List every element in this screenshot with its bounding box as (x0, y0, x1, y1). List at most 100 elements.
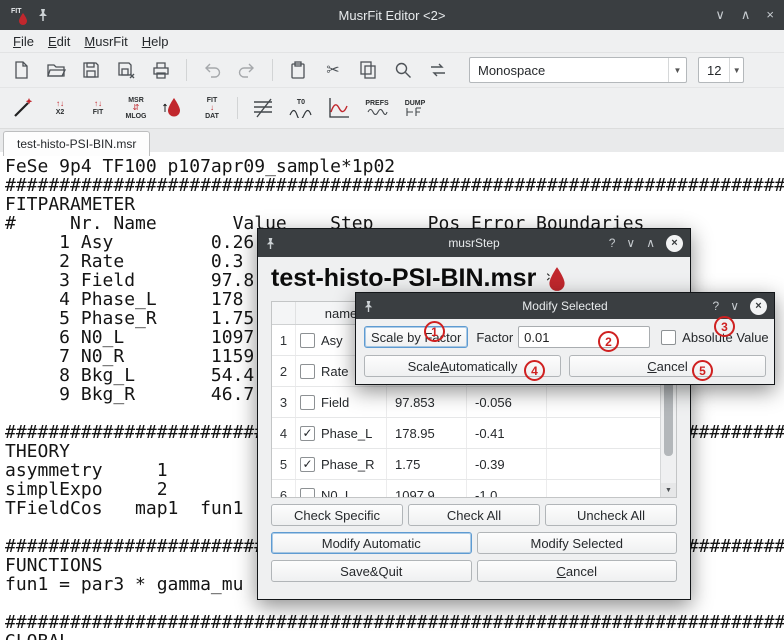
musr-prefs-icon[interactable]: PREFS (361, 92, 393, 124)
font-family-select[interactable]: Monospace ▼ (469, 57, 687, 83)
menu-edit[interactable]: Edit (41, 30, 77, 52)
absolute-value-checkbox[interactable] (661, 330, 676, 345)
param-checkbox[interactable] (300, 364, 315, 379)
msr2data-icon[interactable]: FIT ↓ DAT (196, 92, 228, 124)
menu-help[interactable]: Help (135, 30, 176, 52)
application-window: FIT MusrFit Editor <2> ∨ ∧ × FileEditMus… (0, 0, 784, 640)
check-specific-button[interactable]: Check Specific (271, 504, 403, 526)
chevron-down-icon[interactable]: ▼ (729, 58, 743, 82)
musr-dump-icon[interactable]: DUMP (399, 92, 431, 124)
chevron-down-icon[interactable]: ▼ (668, 58, 686, 82)
modify-titlebar: Modify Selected ? ∨ × (356, 293, 774, 319)
close-icon[interactable]: × (666, 235, 683, 252)
col-header-index (272, 302, 296, 324)
font-size-value: 12 (699, 63, 729, 78)
modify-automatic-button[interactable]: Modify Automatic (271, 532, 472, 554)
param-checkbox[interactable] (300, 333, 315, 348)
param-name-cell[interactable]: Field (296, 387, 387, 417)
check-all-button[interactable]: Check All (408, 504, 540, 526)
app-icon: FIT (10, 5, 30, 25)
new-file-icon[interactable] (8, 57, 34, 83)
cancel-button[interactable]: Cancel (477, 560, 678, 582)
param-step-cell: -0.41 (467, 418, 547, 448)
uncheck-all-button[interactable]: Uncheck All (545, 504, 677, 526)
menubar: FileEditMusrFitHelp (0, 30, 784, 53)
print-icon[interactable] (148, 57, 174, 83)
row-number: 5 (272, 449, 296, 479)
param-checkbox[interactable]: ✓ (300, 457, 315, 472)
window-title: MusrFit Editor <2> (0, 8, 784, 23)
musr-fit-icon[interactable]: ↑↓ FIT (82, 92, 114, 124)
scroll-down-icon[interactable]: ▼ (661, 483, 676, 497)
musr-t0-icon[interactable]: T0 (285, 92, 317, 124)
annotation-4: 4 (524, 360, 545, 381)
param-name: Rate (321, 364, 348, 379)
param-value-cell: 1.75 (387, 449, 467, 479)
menu-musrfit[interactable]: MusrFit (77, 30, 134, 52)
tab-msr-file[interactable]: test-histo-PSI-BIN.msr (3, 131, 150, 156)
tab-label: test-histo-PSI-BIN.msr (17, 137, 136, 151)
musr-ft-icon[interactable] (247, 92, 279, 124)
musrfit-toolbar: ↑↓ X2 ↑↓ FIT MSR ⇵ MLOG FIT ↓ DAT T0 (0, 88, 784, 129)
param-filler-cell (547, 480, 661, 498)
find-replace-icon[interactable] (425, 57, 451, 83)
redo-icon[interactable] (234, 57, 260, 83)
save-file-icon[interactable] (78, 57, 104, 83)
row-number: 6 (272, 480, 296, 498)
find-icon[interactable] (390, 57, 416, 83)
toolbar-separator (237, 97, 238, 119)
toolbar-separator (186, 59, 187, 81)
row-number: 4 (272, 418, 296, 448)
musr-chisq-icon[interactable]: ↑↓ X2 (44, 92, 76, 124)
close-icon[interactable]: × (766, 7, 774, 23)
pin-icon[interactable] (37, 8, 49, 22)
help-icon[interactable]: ? (609, 236, 616, 250)
cut-icon[interactable]: ✂ (320, 57, 346, 83)
close-icon[interactable]: × (750, 298, 767, 315)
pin-icon[interactable] (363, 300, 374, 313)
cancel-button[interactable]: Cancel (569, 355, 766, 377)
annotation-5: 5 (692, 360, 713, 381)
pin-icon[interactable] (265, 237, 276, 250)
param-checkbox[interactable] (300, 488, 315, 499)
musrstep-dialog: musrStep ? ∨ ∧ × test-histo-PSI-BIN.msr … (257, 228, 691, 600)
param-checkbox[interactable] (300, 395, 315, 410)
save-as-file-icon[interactable] (113, 57, 139, 83)
musr-wizard-icon[interactable] (6, 92, 38, 124)
param-row: 6N0_L1097.9-1.0 (272, 480, 661, 498)
save-quit-button[interactable]: Save&Quit (271, 560, 472, 582)
copy-icon[interactable] (355, 57, 381, 83)
open-file-icon[interactable] (43, 57, 69, 83)
menu-file[interactable]: File (6, 30, 41, 52)
font-size-select[interactable]: 12 ▼ (698, 57, 744, 83)
help-icon[interactable]: ? (713, 299, 720, 313)
param-name-cell[interactable]: N0_L (296, 480, 387, 498)
musr-plot-icon[interactable] (323, 92, 355, 124)
minimize-icon[interactable]: ∨ (715, 7, 725, 23)
param-step-cell: -0.056 (467, 387, 547, 417)
param-checkbox[interactable]: ✓ (300, 426, 315, 441)
factor-input[interactable] (518, 326, 650, 348)
musrfit-drop-icon (546, 266, 568, 292)
modify-selected-button[interactable]: Modify Selected (477, 532, 678, 554)
paste-icon[interactable] (285, 57, 311, 83)
param-name-cell[interactable]: ✓ Phase_R (296, 449, 387, 479)
param-name-cell[interactable]: ✓Phase_L (296, 418, 387, 448)
param-step-cell: -1.0 (467, 480, 547, 498)
param-name: Phase_R (321, 457, 374, 472)
maximize-icon[interactable]: ∧ (741, 7, 751, 23)
param-name: Field (321, 395, 349, 410)
msr-mlog-swap-icon[interactable]: MSR ⇵ MLOG (120, 92, 152, 124)
dialog-title: Modify Selected (356, 299, 774, 313)
musr-view-icon[interactable] (158, 92, 190, 124)
minimize-icon[interactable]: ∨ (730, 299, 739, 313)
scale-by-factor-button[interactable]: Scale by Factor (364, 326, 468, 348)
param-filler-cell (547, 418, 661, 448)
annotation-3: 3 (714, 316, 735, 337)
minimize-icon[interactable]: ∨ (626, 236, 635, 250)
musrstep-titlebar: musrStep ? ∨ ∧ × (258, 229, 690, 257)
param-name: Asy (321, 333, 343, 348)
row-number: 2 (272, 356, 296, 386)
undo-icon[interactable] (199, 57, 225, 83)
maximize-icon[interactable]: ∧ (646, 236, 655, 250)
